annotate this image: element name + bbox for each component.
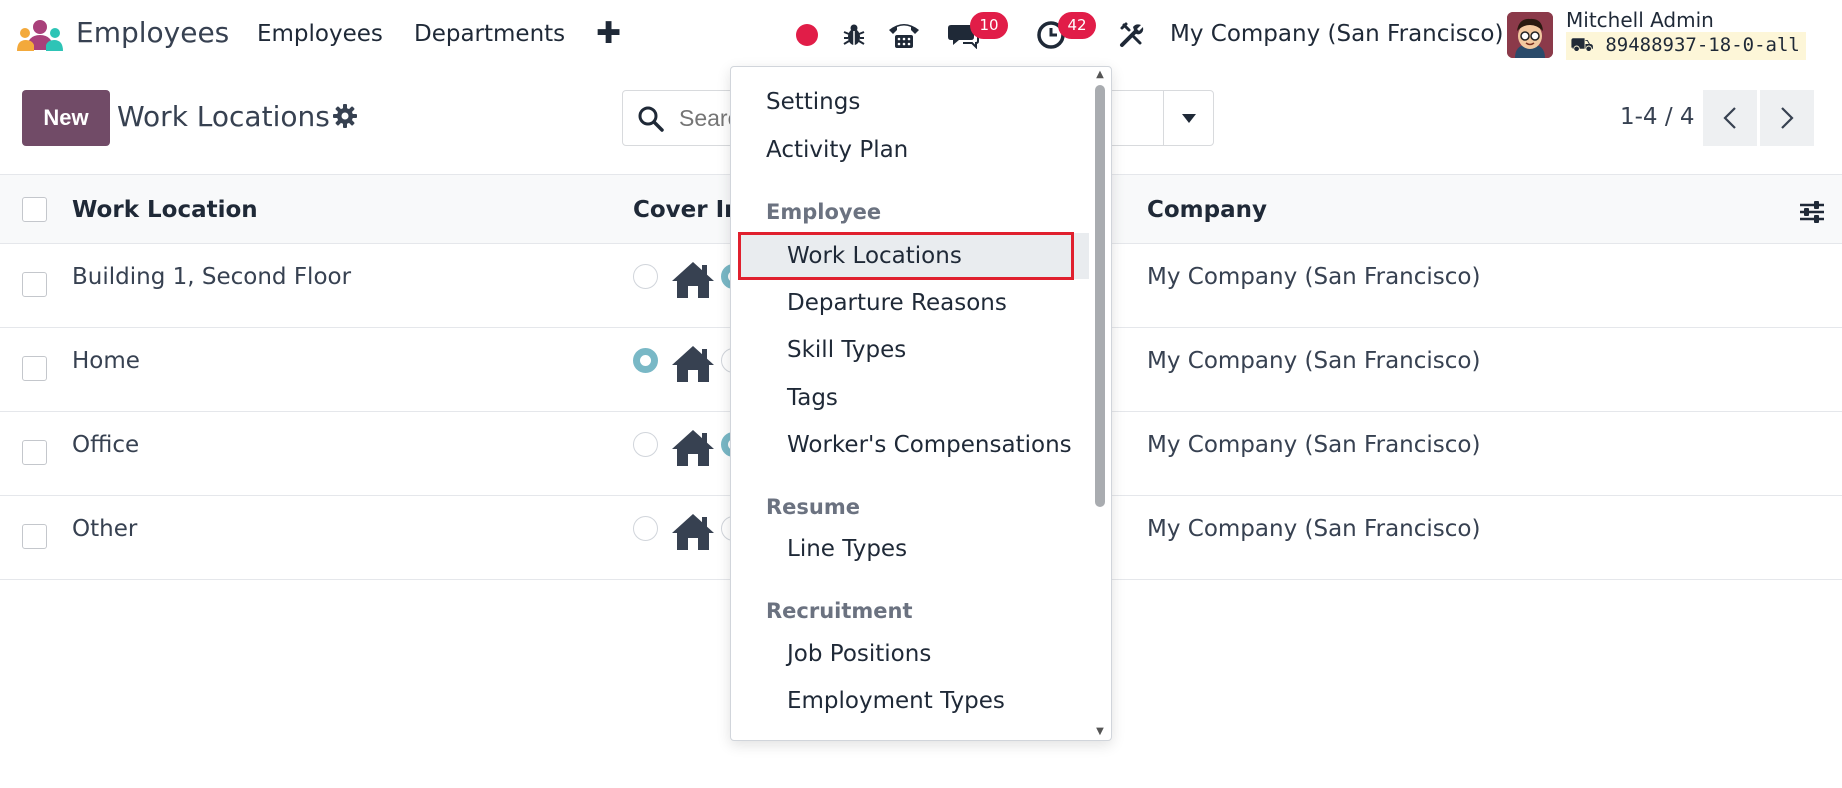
- cover-home-radio[interactable]: [633, 348, 658, 373]
- company-name: My Company (San Francisco): [1147, 348, 1481, 374]
- nav-employees[interactable]: Employees: [257, 21, 383, 47]
- company-name: My Company (San Francisco): [1147, 516, 1481, 542]
- messages-count-badge: 10: [970, 12, 1008, 39]
- new-button[interactable]: New: [22, 90, 110, 146]
- nav-departments[interactable]: Departments: [414, 21, 565, 47]
- company-name: My Company (San Francisco): [1147, 432, 1481, 458]
- activities-button[interactable]: 42: [1032, 12, 1096, 54]
- menu-item-line-types[interactable]: Line Types: [787, 536, 907, 562]
- user-name[interactable]: Mitchell Admin: [1566, 8, 1714, 32]
- configuration-dropdown-menu: Settings Activity Plan Employee Work Loc…: [730, 66, 1112, 741]
- top-navbar: Employees Employees Departments ✚ 10 42 …: [0, 0, 1842, 70]
- menu-item-job-positions[interactable]: Job Positions: [787, 641, 931, 667]
- phone-icon: [889, 24, 919, 48]
- database-icon: ⛟: [1570, 34, 1594, 56]
- menu-section-recruitment: Recruitment: [766, 599, 913, 623]
- home-icon: [672, 430, 714, 466]
- cover-home-radio[interactable]: [633, 432, 658, 457]
- cover-home-radio[interactable]: [633, 516, 658, 541]
- home-icon: [672, 262, 714, 298]
- database-name-label: 89488937-18-0-all: [1605, 34, 1800, 56]
- menu-item-activity-plan[interactable]: Activity Plan: [766, 137, 908, 163]
- menu-scrollbar-thumb[interactable]: [1095, 85, 1105, 507]
- work-location-name: Office: [72, 432, 140, 458]
- menu-item-skill-types[interactable]: Skill Types: [787, 337, 906, 363]
- employees-app-icon[interactable]: [16, 18, 64, 54]
- menu-item-settings[interactable]: Settings: [766, 89, 860, 115]
- row-checkbox[interactable]: [22, 524, 47, 549]
- row-checkbox[interactable]: [22, 440, 47, 465]
- cover-home-radio[interactable]: [633, 264, 658, 289]
- menu-item-tags[interactable]: Tags: [787, 385, 838, 411]
- optional-columns-icon[interactable]: [1798, 199, 1826, 225]
- plus-icon[interactable]: ✚: [596, 16, 621, 51]
- database-name: ⛟ 89488937-18-0-all: [1566, 32, 1806, 60]
- menu-section-employee: Employee: [766, 200, 882, 224]
- app-name[interactable]: Employees: [76, 16, 229, 49]
- pager-value[interactable]: 1-4 / 4: [1620, 104, 1695, 130]
- menu-item-workers-compensations[interactable]: Worker's Compensations: [787, 432, 1072, 458]
- scroll-down-arrow-icon[interactable]: ▼: [1095, 727, 1105, 737]
- debug-button[interactable]: [835, 16, 873, 54]
- search-options-toggle[interactable]: [1163, 91, 1213, 145]
- select-all-checkbox[interactable]: [22, 197, 47, 222]
- column-header-work-location[interactable]: Work Location: [72, 197, 258, 223]
- work-location-name: Other: [72, 516, 138, 542]
- bug-icon: [843, 24, 865, 45]
- menu-item-departure-reasons[interactable]: Departure Reasons: [787, 290, 1007, 316]
- search-icon: [638, 106, 664, 132]
- tools-icon: [1120, 22, 1144, 47]
- gear-icon[interactable]: [332, 103, 358, 129]
- home-icon: [672, 514, 714, 550]
- company-switcher[interactable]: My Company (San Francisco): [1170, 21, 1503, 47]
- row-checkbox[interactable]: [22, 356, 47, 381]
- home-icon: [672, 346, 714, 382]
- menu-scrollbar[interactable]: ▲ ▼: [1095, 67, 1109, 740]
- recording-indicator[interactable]: [788, 16, 826, 54]
- messages-button[interactable]: 10: [944, 12, 1008, 54]
- phone-button[interactable]: [885, 16, 923, 54]
- avatar-face-icon: [1507, 12, 1553, 58]
- column-header-company[interactable]: Company: [1147, 197, 1267, 223]
- chevron-right-icon: [1781, 107, 1794, 129]
- menu-item-employment-types[interactable]: Employment Types: [787, 688, 1005, 714]
- row-checkbox[interactable]: [22, 272, 47, 297]
- page-title: Work Locations: [117, 100, 330, 133]
- company-name: My Company (San Francisco): [1147, 264, 1481, 290]
- activities-count-badge: 42: [1058, 12, 1096, 39]
- scroll-up-arrow-icon[interactable]: ▲: [1095, 70, 1105, 80]
- work-location-name: Building 1, Second Floor: [72, 264, 352, 290]
- highlight-box: [738, 232, 1074, 280]
- chevron-left-icon: [1723, 107, 1736, 129]
- settings-tools-button[interactable]: [1113, 16, 1151, 54]
- pager-previous-button[interactable]: [1703, 90, 1757, 146]
- pager-next-button[interactable]: [1760, 90, 1814, 146]
- caret-down-icon: [1181, 113, 1196, 123]
- work-location-name: Home: [72, 348, 140, 374]
- user-avatar[interactable]: [1507, 12, 1553, 58]
- record-dot-icon: [796, 24, 818, 46]
- menu-section-resume: Resume: [766, 495, 860, 519]
